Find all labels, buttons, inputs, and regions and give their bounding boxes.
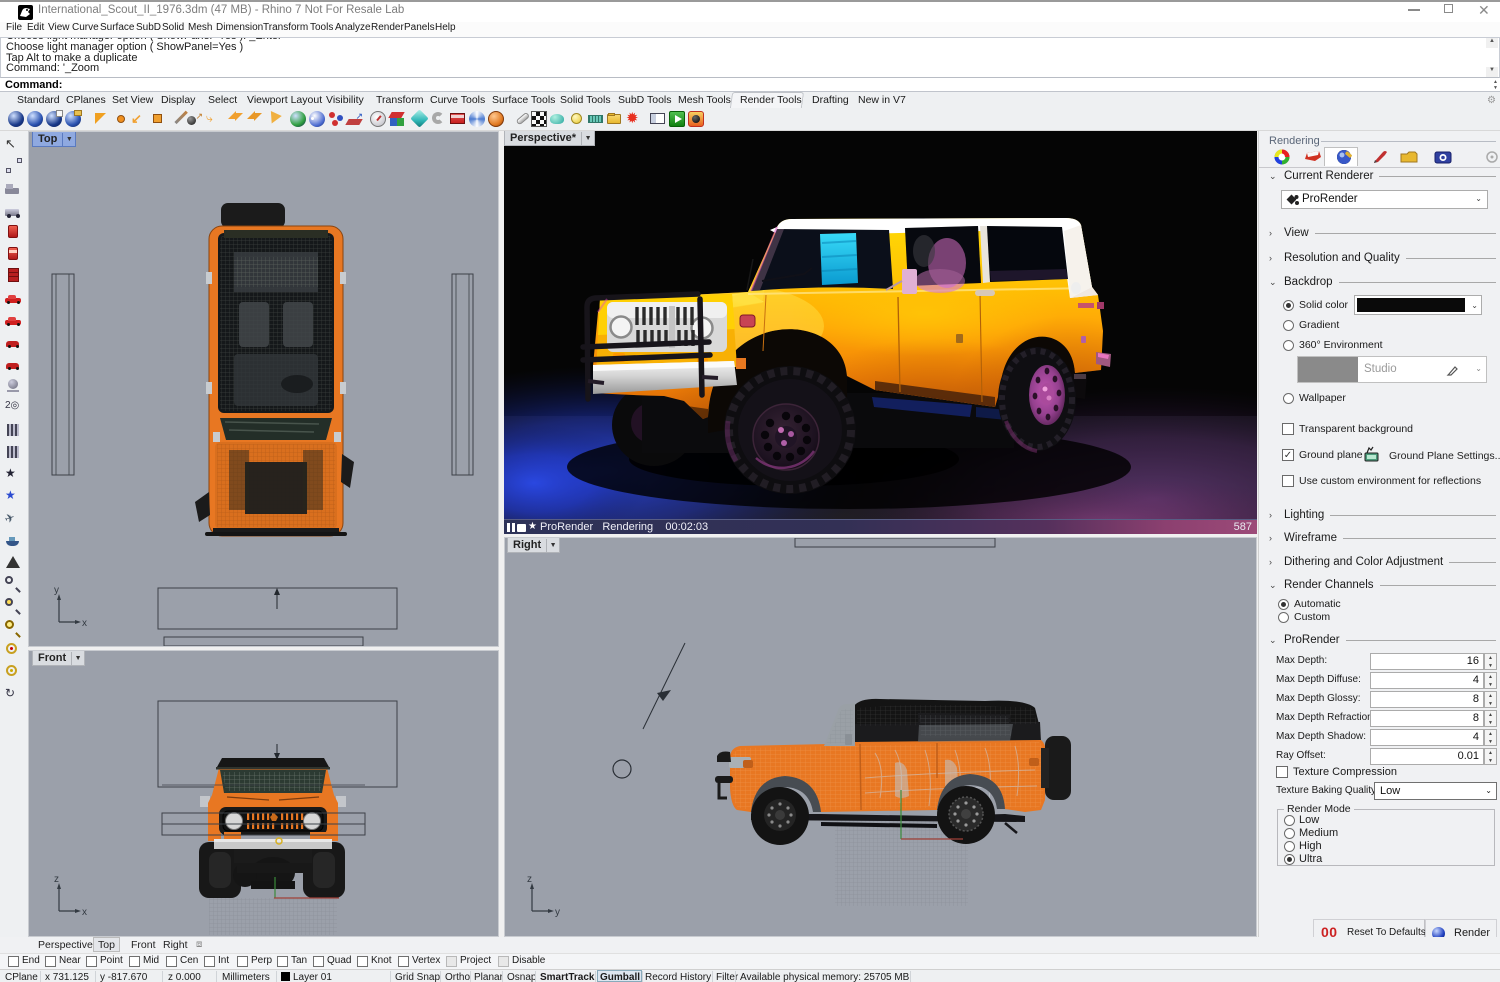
svg-text:x: x [82,618,87,629]
svg-text:x: x [82,907,87,918]
svg-text:y: y [54,585,59,596]
svg-text:z: z [527,874,532,885]
svg-text:z: z [54,874,59,885]
svg-text:y: y [555,907,560,918]
